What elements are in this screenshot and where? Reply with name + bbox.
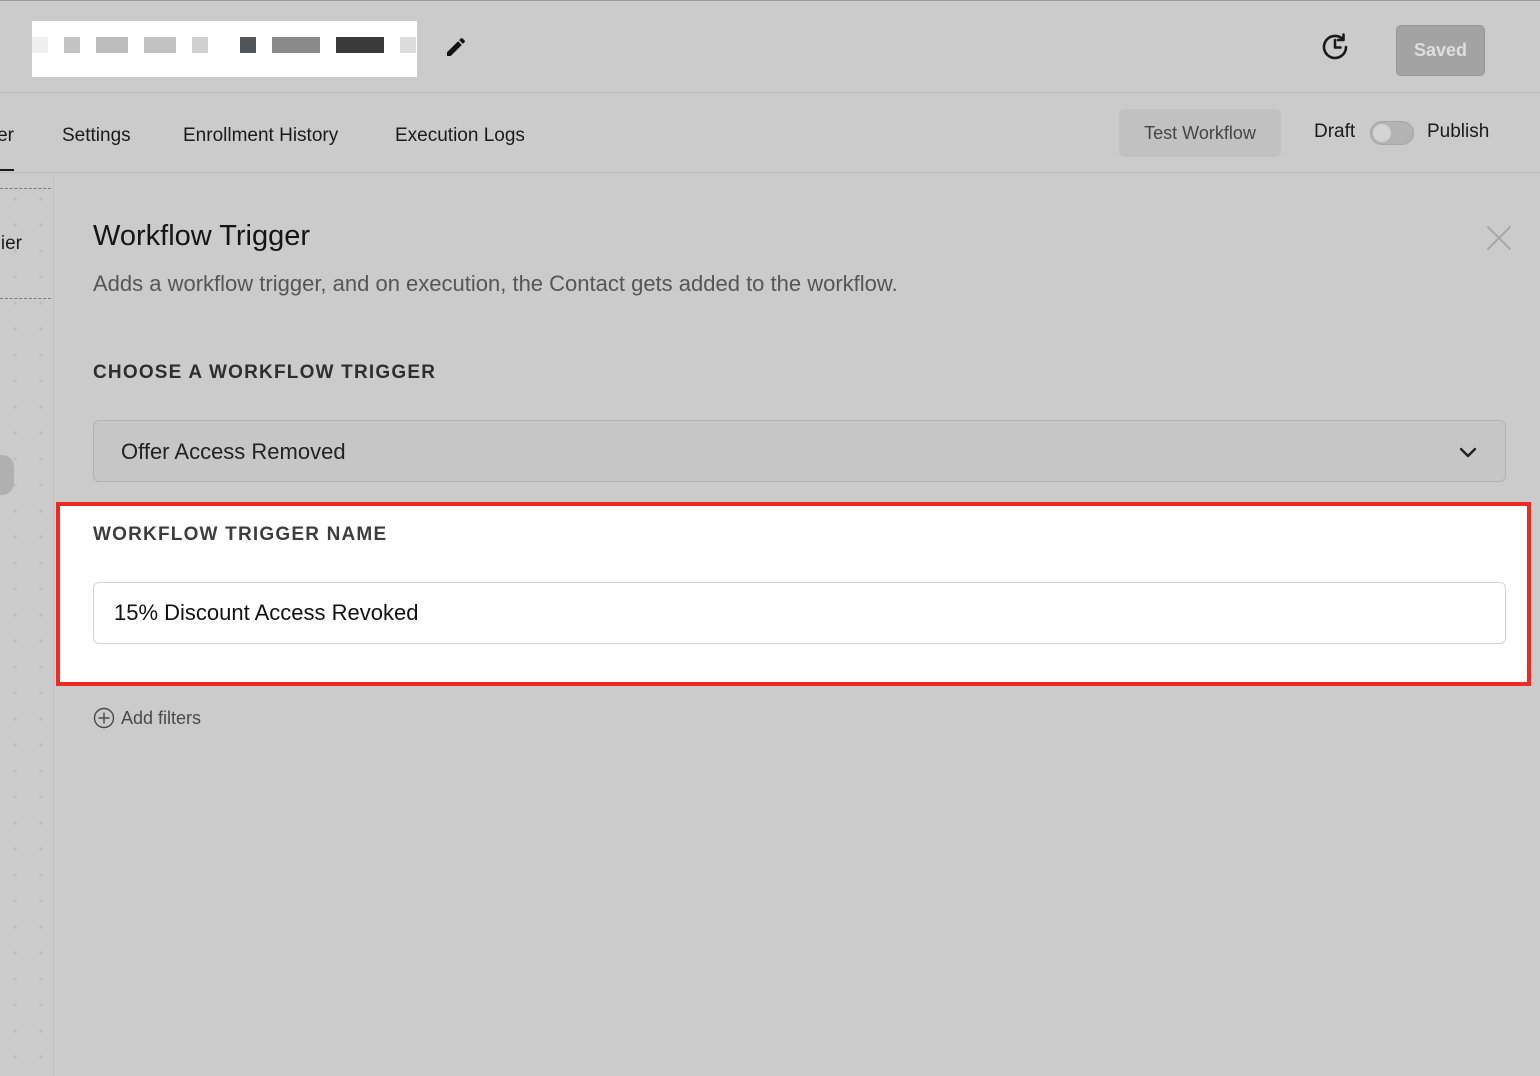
- canvas-node-border: [0, 188, 51, 189]
- workflow-name-redacted[interactable]: [32, 21, 417, 77]
- redaction-block: [240, 37, 256, 53]
- canvas-connector-handle[interactable]: [0, 455, 14, 495]
- redaction-block: [192, 37, 208, 53]
- toggle-knob: [1373, 124, 1391, 142]
- close-icon[interactable]: [1486, 225, 1512, 251]
- redaction-block: [272, 37, 320, 53]
- panel-title: Workflow Trigger: [93, 220, 311, 252]
- redaction-block: [336, 37, 384, 53]
- tab-settings[interactable]: Settings: [62, 125, 131, 147]
- add-filters-button[interactable]: Add filters: [93, 707, 201, 729]
- redaction-block: [96, 37, 128, 53]
- redaction-block: [144, 37, 176, 53]
- canvas-node-border: [0, 298, 51, 299]
- trigger-name-input[interactable]: [93, 582, 1506, 644]
- canvas-node-label[interactable]: ier: [0, 233, 22, 255]
- active-tab-indicator: [0, 169, 14, 171]
- workflow-canvas[interactable]: [0, 174, 52, 1076]
- trigger-select-value: Offer Access Removed: [121, 439, 346, 464]
- tab-execution-logs[interactable]: Execution Logs: [395, 125, 525, 147]
- pencil-icon[interactable]: [444, 35, 468, 59]
- publish-toggle[interactable]: [1370, 121, 1414, 145]
- top-bar: Saved: [0, 0, 1540, 93]
- add-filters-label: Add filters: [121, 707, 202, 728]
- panel-description: Adds a workflow trigger, and on executio…: [93, 271, 898, 296]
- saved-button[interactable]: Saved: [1396, 25, 1485, 76]
- trigger-name-label: WORKFLOW TRIGGER NAME: [93, 524, 388, 545]
- choose-trigger-label: CHOOSE A WORKFLOW TRIGGER: [93, 362, 437, 383]
- redaction-block: [32, 37, 48, 53]
- redaction-block: [400, 37, 416, 53]
- redaction-block: [64, 37, 80, 53]
- plus-circle-icon: [93, 707, 115, 729]
- draft-label: Draft: [1314, 121, 1356, 142]
- tab-enrollment-history[interactable]: Enrollment History: [183, 125, 338, 147]
- tab-builder-partial[interactable]: er: [0, 125, 14, 147]
- history-icon[interactable]: [1318, 30, 1352, 64]
- chevron-down-icon: [1459, 447, 1477, 458]
- test-workflow-button[interactable]: Test Workflow: [1119, 109, 1281, 157]
- tab-bar: er Settings Enrollment History Execution…: [0, 94, 1540, 173]
- publish-label: Publish: [1427, 121, 1490, 142]
- trigger-select[interactable]: Offer Access Removed: [93, 420, 1506, 482]
